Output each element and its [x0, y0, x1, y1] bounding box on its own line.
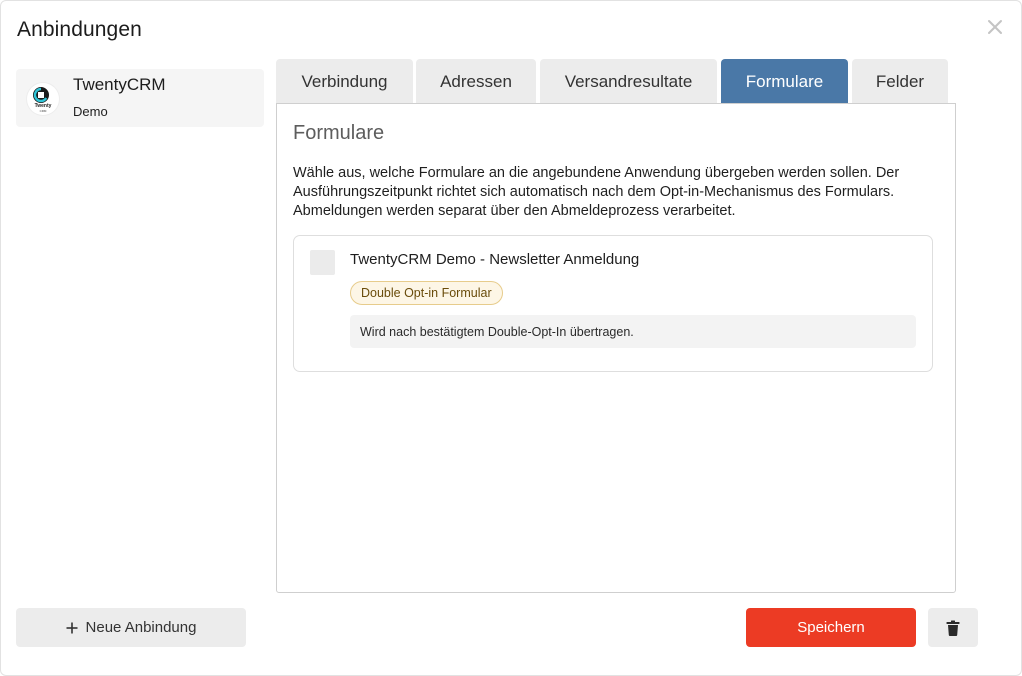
connection-name: TwentyCRM [73, 75, 166, 94]
opt-in-badge: Double Opt-in Formular [350, 281, 503, 305]
form-name: TwentyCRM Demo - Newsletter Anmeldung [350, 251, 640, 268]
tab-formulare[interactable]: Formulare [721, 59, 848, 104]
panel-title: Formulare [293, 122, 385, 144]
tab-verbindung[interactable]: Verbindung [276, 59, 413, 104]
form-checkbox[interactable] [310, 250, 335, 275]
new-connection-button[interactable]: Neue Anbindung [16, 608, 246, 647]
tab-felder[interactable]: Felder [852, 59, 948, 104]
tab-adressen[interactable]: Adressen [416, 59, 536, 104]
sidebar-item-twentycrm[interactable]: Twenty CRM TwentyCRM Demo [16, 69, 264, 127]
panel-description: Wähle aus, welche Formulare an die angeb… [293, 165, 900, 219]
delete-button[interactable] [928, 608, 978, 647]
tab-panel-formulare: Formulare Wähle aus, welche Formulare an… [276, 103, 956, 593]
svg-text:CRM: CRM [40, 109, 47, 113]
save-button[interactable]: Speichern [746, 608, 916, 647]
plus-icon [66, 622, 78, 634]
connections-dialog: Anbindungen Twenty CRM TwentyCRM Demo Ve… [0, 0, 1022, 676]
new-connection-label: Neue Anbindung [85, 619, 197, 636]
trash-icon [946, 620, 960, 636]
form-card: TwentyCRM Demo - Newsletter Anmeldung Do… [293, 235, 933, 372]
form-transfer-note: Wird nach bestätigtem Double-Opt-In über… [350, 315, 916, 348]
connection-subtitle: Demo [73, 104, 108, 119]
twentycrm-logo-icon: Twenty CRM [27, 83, 59, 115]
dialog-title: Anbindungen [17, 18, 142, 41]
tab-versandresultate[interactable]: Versandresultate [540, 59, 717, 104]
close-icon[interactable] [985, 17, 1005, 37]
